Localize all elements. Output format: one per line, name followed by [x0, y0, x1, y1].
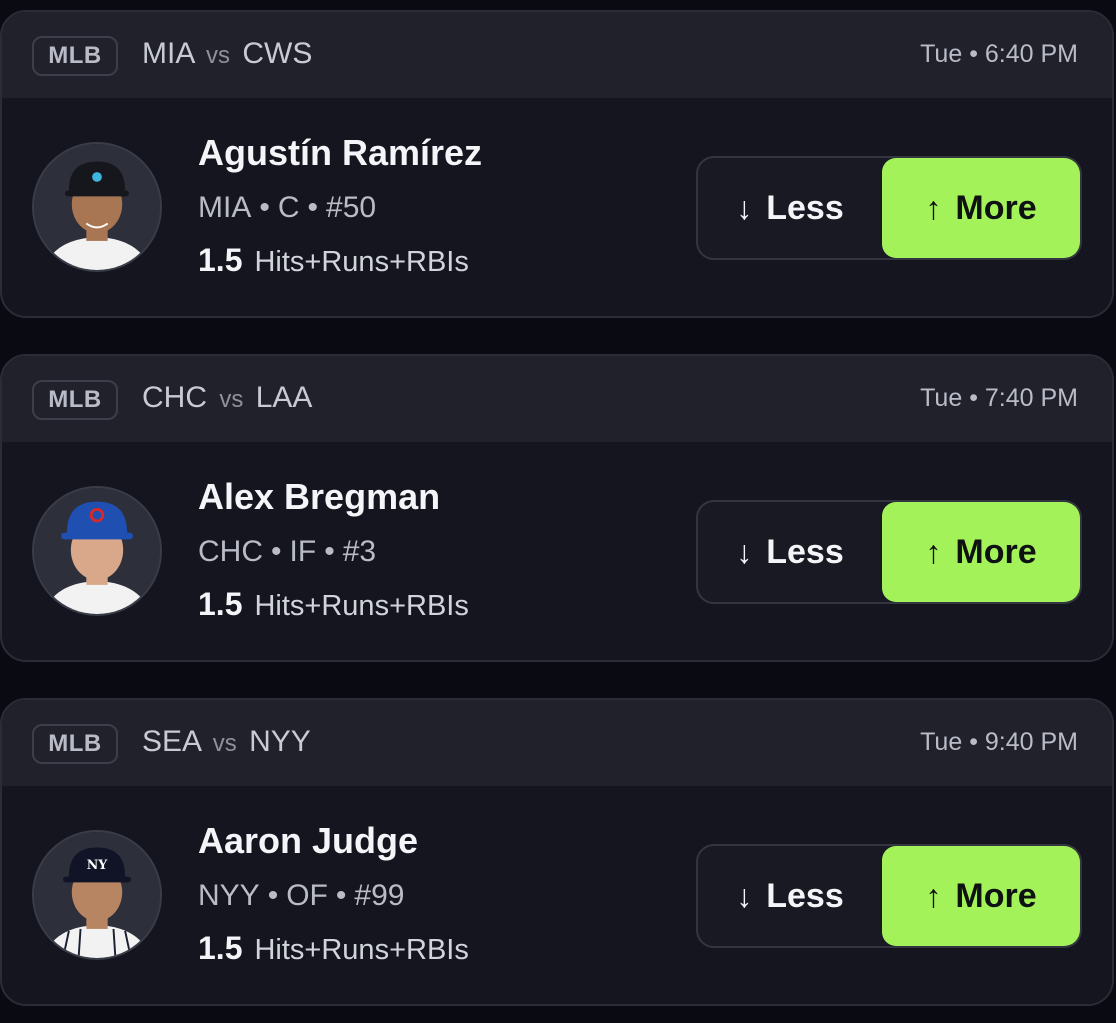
stat-line: 1.5 Hits+Runs+RBIs [198, 586, 469, 623]
vs-label: vs [212, 730, 237, 757]
card-body: NY Aaron Judge NYY • OF • #99 1.5 Hits+Runs+R… [2, 786, 1112, 1004]
less-button[interactable]: ↓ Less [698, 158, 882, 258]
player-name: Agustín Ramírez [198, 132, 483, 173]
card-body: Agustín Ramírez MIA • C • #50 1.5 Hits+Runs+R… [2, 98, 1112, 316]
arrow-down-icon: ↓ [736, 533, 753, 570]
player-number: #50 [326, 191, 377, 224]
card-header: MLB MIA vs CWS Tue • 6:40 PM [2, 12, 1112, 98]
game-time: Tue • 9:40 PM [920, 728, 1078, 756]
team-b: CWS [242, 37, 313, 70]
pick-toggle: ↓ Less ↑ More [696, 844, 1082, 948]
matchup: CHC vs LAA [142, 381, 312, 415]
player-team: MIA [198, 191, 252, 224]
more-label: More [955, 876, 1037, 915]
player-number: #99 [354, 879, 405, 912]
stat-line: 1.5 Hits+Runs+RBIs [198, 242, 469, 279]
more-label: More [955, 188, 1037, 227]
card-header: MLB CHC vs LAA Tue • 7:40 PM [2, 356, 1112, 442]
player-meta: NYY • OF • #99 [198, 879, 404, 913]
less-button[interactable]: ↓ Less [698, 846, 882, 946]
stat-type: Hits+Runs+RBIs [254, 246, 469, 278]
card-body: Alex Bregman CHC • IF • #3 1.5 Hits+Runs+RBIs… [2, 442, 1112, 660]
team-a: SEA [142, 725, 201, 758]
player-avatar [32, 486, 162, 616]
league-badge: MLB [32, 380, 118, 420]
player-team: NYY [198, 879, 260, 912]
team-b: LAA [255, 381, 313, 414]
separator-dot: • [307, 191, 319, 224]
player-headshot-icon [34, 488, 160, 614]
svg-text:NY: NY [87, 857, 109, 872]
pick-toggle: ↓ Less ↑ More [696, 500, 1082, 604]
arrow-up-icon: ↑ [925, 533, 942, 570]
stat-value: 1.5 [198, 586, 243, 622]
arrow-down-icon: ↓ [736, 189, 753, 226]
player-name: Aaron Judge [198, 820, 419, 861]
team-a: CHC [142, 381, 207, 414]
stat-line: 1.5 Hits+Runs+RBIs [198, 930, 469, 967]
player-headshot-icon: NY [34, 832, 160, 958]
more-button[interactable]: ↑ More [882, 846, 1080, 946]
less-button[interactable]: ↓ Less [698, 502, 882, 602]
game-time: Tue • 6:40 PM [920, 40, 1078, 68]
player-meta: MIA • C • #50 [198, 191, 376, 225]
pick-toggle: ↓ Less ↑ More [696, 156, 1082, 260]
less-label: Less [766, 876, 844, 915]
separator-dot: • [324, 535, 335, 568]
player-team: CHC [198, 535, 263, 568]
vs-label: vs [219, 386, 244, 413]
separator-dot: • [259, 191, 270, 224]
card-header: MLB SEA vs NYY Tue • 9:40 PM [2, 700, 1112, 786]
player-avatar [32, 142, 162, 272]
player-name: Alex Bregman [198, 476, 441, 517]
more-label: More [955, 532, 1037, 571]
more-button[interactable]: ↑ More [882, 502, 1080, 602]
matchup: MIA vs CWS [142, 37, 312, 71]
player-position: OF [286, 879, 328, 912]
more-button[interactable]: ↑ More [882, 158, 1080, 258]
stat-value: 1.5 [198, 242, 243, 278]
projection-card[interactable]: MLB CHC vs LAA Tue • 7:40 PM Alex Bregma… [0, 354, 1114, 662]
player-avatar: NY [32, 830, 162, 960]
stat-value: 1.5 [198, 930, 243, 966]
separator-dot: • [267, 879, 279, 912]
league-badge: MLB [32, 36, 118, 76]
arrow-up-icon: ↑ [925, 877, 942, 914]
separator-dot: • [271, 535, 282, 568]
arrow-up-icon: ↑ [925, 189, 942, 226]
player-headshot-icon [34, 144, 160, 270]
league-badge: MLB [32, 724, 118, 764]
projection-card[interactable]: MLB MIA vs CWS Tue • 6:40 PM Agustín Ram… [0, 10, 1114, 318]
projection-card[interactable]: MLB SEA vs NYY Tue • 9:40 PM NY Aaron Ju… [0, 698, 1114, 1006]
matchup: SEA vs NYY [142, 725, 311, 759]
vs-label: vs [206, 42, 231, 69]
stat-type: Hits+Runs+RBIs [254, 590, 469, 622]
player-position: C [277, 191, 300, 224]
player-number: #3 [342, 535, 377, 568]
game-time: Tue • 7:40 PM [920, 384, 1078, 412]
player-meta: CHC • IF • #3 [198, 535, 376, 569]
team-a: MIA [142, 37, 194, 70]
arrow-down-icon: ↓ [736, 877, 753, 914]
less-label: Less [766, 532, 844, 571]
player-position: IF [289, 535, 317, 568]
separator-dot: • [335, 879, 347, 912]
less-label: Less [766, 188, 844, 227]
team-b: NYY [249, 725, 311, 758]
stat-type: Hits+Runs+RBIs [254, 934, 469, 966]
